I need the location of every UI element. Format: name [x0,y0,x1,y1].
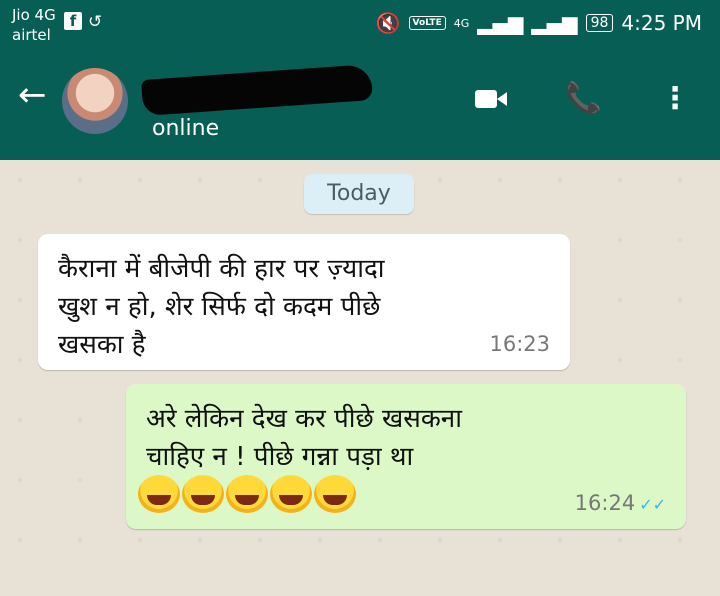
status-bar-right: 🔇 VoLTE 4G ▂▄▆ ▂▄▆ 98 4:25 PM [376,8,702,38]
volte-badge: VoLTE [408,16,446,30]
avatar[interactable] [62,68,128,134]
carrier-name: airtel [12,26,51,44]
redacted-contact-name [141,64,373,116]
signal-icon-2: ▂▄▆ [531,11,578,35]
laughing-emoji-icon [314,475,356,513]
laughing-emoji-icon [138,475,180,513]
date-label: Today [304,174,414,214]
clock: 4:25 PM [621,11,702,35]
laughing-emoji-icon [226,475,268,513]
incoming-message[interactable]: कैराना में बीजेपी की हार पर ज़्यादा खुश … [38,234,570,370]
laughing-emoji-icon [270,475,312,513]
video-call-icon[interactable] [474,88,507,110]
read-ticks-icon: ✓✓ [639,495,666,514]
whatsapp-icon: ↺ [88,12,103,32]
message-text: अरे लेकिन देख कर पीछे खसकना चाहिए न ! पी… [146,404,462,472]
more-options-icon[interactable]: ⋮ [660,84,690,114]
message-time: 16:24 [574,491,636,515]
outgoing-message[interactable]: अरे लेकिन देख कर पीछे खसकना चाहिए न ! पी… [126,384,686,529]
contact-status: online [152,116,220,141]
message-time: 16:23 [489,332,550,356]
signal-icon: ▂▄▆ [477,11,524,35]
carrier-network: Jio 4G [12,6,56,24]
message-time-block: 16:24 ✓✓ [575,491,666,515]
chat-header: ← online 📞 ⋮ [0,48,720,160]
emoji-row [138,475,356,513]
header-actions: 📞 ⋮ [474,84,690,114]
battery-icon: 98 [585,14,614,32]
back-arrow-icon[interactable]: ← [18,78,47,112]
status-bar: Jio 4G airtel f ↺ 🔇 VoLTE 4G ▂▄▆ ▂▄▆ 98 … [0,0,720,48]
network-type: 4G [453,16,470,30]
chat-area[interactable]: Today कैराना में बीजेपी की हार पर ज़्याद… [0,160,720,596]
mute-icon: 🔇 [375,11,401,35]
laughing-emoji-icon [182,475,224,513]
facebook-icon: f [64,12,82,30]
phone-icon[interactable]: 📞 [565,84,602,114]
message-text: कैराना में बीजेपी की हार पर ज़्यादा खुश … [58,254,385,360]
